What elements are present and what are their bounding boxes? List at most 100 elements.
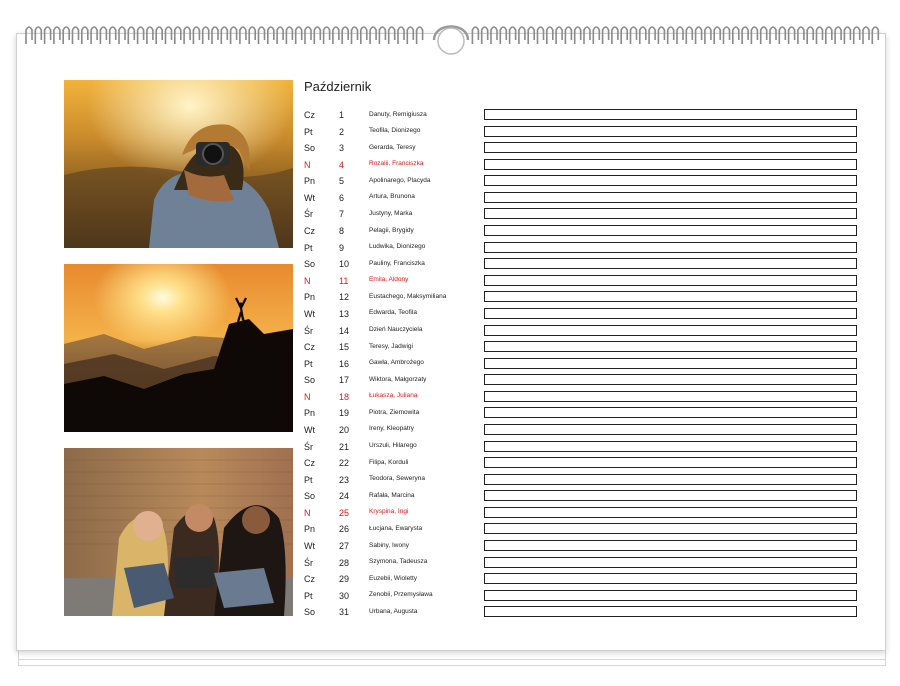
note-field[interactable]	[484, 357, 857, 369]
note-field[interactable]	[484, 274, 857, 286]
note-field[interactable]	[484, 606, 857, 618]
spiral-coil	[322, 26, 331, 44]
day-row: So 24 Rafała, Marcina	[304, 489, 864, 506]
day-of-week: Pt	[304, 590, 313, 601]
day-of-week: So	[304, 491, 316, 502]
note-field[interactable]	[484, 440, 857, 452]
mountain-sunset-photo	[64, 264, 293, 432]
day-row: So 31 Urbana, Augusta	[304, 605, 864, 622]
day-of-week: Śr	[304, 209, 313, 220]
note-field[interactable]	[484, 241, 857, 253]
spiral-coil	[732, 26, 740, 44]
day-row: Cz 22 Filipa, Korduli	[304, 456, 864, 473]
note-field[interactable]	[484, 109, 857, 120]
day-number: 15	[339, 342, 350, 353]
note-field[interactable]	[484, 457, 857, 469]
note-field[interactable]	[484, 191, 857, 203]
note-field[interactable]	[484, 490, 857, 502]
day-row: Pt 9 Ludwika, Dionizego	[304, 241, 864, 258]
day-of-week: N	[304, 507, 311, 518]
name-day: Teofila, Dionizego	[369, 127, 421, 135]
note-field[interactable]	[484, 125, 857, 137]
note-field[interactable]	[484, 307, 857, 319]
note-field[interactable]	[484, 175, 857, 187]
note-field[interactable]	[484, 374, 857, 386]
name-day: Eustachego, Maksymiliana	[369, 292, 447, 300]
day-of-week: Śr	[304, 557, 313, 568]
note-field[interactable]	[484, 556, 857, 568]
note-field[interactable]	[484, 523, 857, 535]
day-row: N 25 Kryspina, Ingi	[304, 506, 864, 523]
spiral-coil	[118, 26, 126, 44]
spiral-coil	[267, 26, 275, 44]
note-field[interactable]	[484, 258, 857, 270]
spiral-coil	[694, 26, 703, 44]
spiral-coil	[620, 26, 628, 44]
spiral-coil	[415, 26, 424, 44]
note-field[interactable]	[484, 324, 857, 336]
spiral-coil	[397, 26, 405, 44]
spiral-coil	[406, 26, 415, 44]
name-day: Łukasza, Juliana	[369, 392, 418, 400]
day-of-week: Pt	[304, 126, 313, 137]
day-row: Pn 19 Piotra, Ziemowita	[304, 406, 864, 423]
spiral-coil	[350, 26, 359, 44]
day-number: 14	[339, 325, 350, 336]
day-row: Śr 7 Justyny, Marka	[304, 207, 864, 224]
day-number: 7	[339, 209, 345, 220]
spiral-coil	[313, 26, 322, 44]
spiral-coil	[257, 26, 266, 44]
day-of-week: Wt	[304, 541, 315, 552]
spiral-coil	[564, 26, 573, 44]
day-of-week: So	[304, 143, 316, 154]
note-field[interactable]	[484, 573, 857, 585]
spiral-coil	[639, 26, 647, 44]
day-number: 5	[339, 176, 345, 187]
day-of-week: So	[304, 259, 316, 270]
day-of-week: Śr	[304, 325, 313, 336]
note-field[interactable]	[484, 473, 857, 485]
name-day: Ludwika, Dionizego	[369, 243, 426, 251]
name-day: Pauliny, Franciszka	[369, 259, 425, 267]
spiral-coil	[611, 26, 619, 44]
day-number: 10	[339, 259, 350, 270]
spiral-coil	[806, 26, 814, 44]
spiral-coil	[192, 26, 201, 44]
note-field[interactable]	[484, 407, 857, 419]
day-row: N 4 Rozalii, Franciszka	[304, 158, 864, 175]
day-number: 31	[339, 607, 350, 618]
spiral-coil	[573, 26, 582, 44]
day-row: So 3 Gerarda, Teresy	[304, 141, 864, 158]
note-field[interactable]	[484, 390, 857, 402]
name-day: Pelagii, Brygidy	[369, 226, 414, 234]
day-row: Śr 21 Urszuli, Hilarego	[304, 440, 864, 457]
note-field[interactable]	[484, 540, 857, 552]
spiral-coil	[583, 26, 591, 44]
spiral-coil	[508, 26, 517, 44]
day-row: Śr 14 Dzień Nauczyciela	[304, 324, 864, 341]
note-field[interactable]	[484, 225, 857, 237]
spiral-coil	[704, 26, 712, 44]
day-number: 9	[339, 242, 345, 253]
name-day: Dzień Nauczyciela	[369, 326, 423, 334]
spiral-coil	[518, 26, 526, 44]
spiral-coil	[787, 26, 796, 44]
name-day: Gerarda, Teresy	[369, 143, 416, 151]
day-of-week: Śr	[304, 441, 313, 452]
name-day: Wiktora, Małgorzaty	[369, 375, 427, 383]
note-field[interactable]	[484, 158, 857, 170]
note-field[interactable]	[484, 291, 857, 303]
friends-laughing-photo	[64, 448, 293, 616]
day-row: Wt 6 Artura, Brunona	[304, 191, 864, 208]
note-field[interactable]	[484, 423, 857, 435]
spiral-coil	[294, 26, 303, 44]
note-field[interactable]	[484, 341, 857, 353]
spiral-coil	[360, 26, 368, 44]
note-field[interactable]	[484, 506, 857, 518]
spiral-coil	[480, 26, 489, 44]
spiral-coil	[815, 26, 824, 44]
note-field[interactable]	[484, 208, 857, 220]
spiral-coil	[155, 26, 163, 44]
note-field[interactable]	[484, 142, 857, 154]
note-field[interactable]	[484, 589, 857, 601]
